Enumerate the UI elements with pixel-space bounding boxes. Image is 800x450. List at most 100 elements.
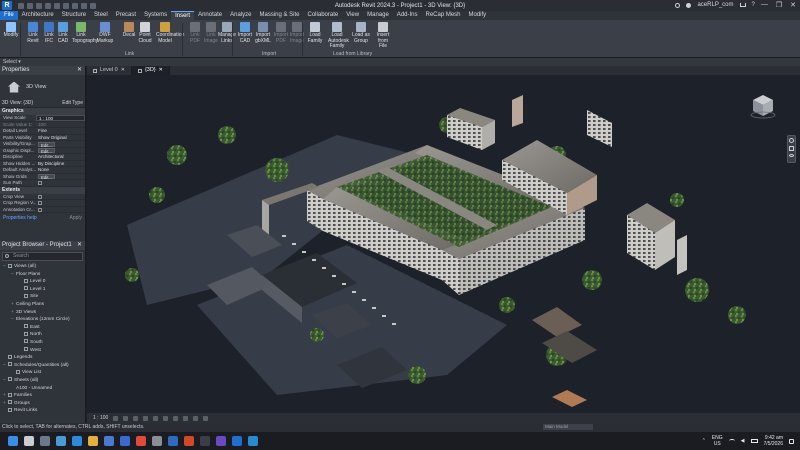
tree-item[interactable]: Revit Links: [0, 407, 85, 415]
close-button[interactable]: ✕: [790, 1, 796, 9]
user-name[interactable]: aceRLP_com: [697, 2, 733, 8]
redo-icon[interactable]: [54, 2, 60, 9]
navigation-bar[interactable]: [787, 135, 796, 163]
tab-insert[interactable]: Insert: [171, 11, 195, 20]
wifi-icon[interactable]: [728, 439, 735, 443]
group-graphics[interactable]: Graphics: [0, 108, 85, 115]
property-value[interactable]: Fine: [36, 128, 85, 134]
shadows-icon[interactable]: [143, 415, 149, 421]
link-topography-button[interactable]: Link Topography: [72, 22, 98, 44]
tree-item[interactable]: View List: [0, 369, 85, 377]
close-icon[interactable]: ✕: [77, 66, 82, 75]
tab-add-ins[interactable]: Add-Ins: [393, 11, 422, 20]
insert-from-file-button[interactable]: Insert from File: [374, 22, 392, 50]
tab-analyze[interactable]: Analyze: [226, 11, 255, 20]
tree-item[interactable]: A100 - Unnamed: [0, 385, 85, 393]
instance-filter[interactable]: 3D View: {3D}: [2, 100, 33, 106]
security-icon[interactable]: [168, 436, 178, 446]
property-value[interactable]: Architectural: [36, 154, 85, 160]
tab-structure[interactable]: Structure: [58, 11, 90, 20]
cart-icon[interactable]: [739, 3, 746, 7]
import-cad-button[interactable]: Import CAD: [236, 22, 254, 44]
checkbox[interactable]: [38, 181, 42, 185]
revit-icon[interactable]: [232, 436, 242, 446]
manage-links-button[interactable]: Manage Links: [218, 22, 236, 44]
tab-steel[interactable]: Steel: [90, 11, 112, 20]
view-scale[interactable]: 1 : 100: [93, 413, 108, 423]
checkbox[interactable]: [38, 207, 42, 212]
tab-massing-site[interactable]: Massing & Site: [255, 11, 303, 20]
edit-button[interactable]: Edit...: [38, 141, 55, 147]
import-gbxml-button[interactable]: Import gbXML: [254, 22, 272, 44]
crop-icon[interactable]: [163, 415, 169, 421]
search-icon[interactable]: [24, 436, 34, 446]
crop-visibility-icon[interactable]: [173, 415, 179, 421]
tab-collaborate[interactable]: Collaborate: [304, 11, 343, 20]
tree-item[interactable]: Legends: [0, 354, 85, 362]
3d-view-icon[interactable]: [90, 2, 96, 9]
dev-icon[interactable]: [216, 436, 226, 446]
point-cloud-button[interactable]: Point Cloud: [136, 22, 154, 44]
import-image-button[interactable]: Import Image: [288, 22, 306, 44]
tab-modify[interactable]: Modify: [465, 11, 491, 20]
undo-icon[interactable]: [45, 2, 51, 9]
close-icon[interactable]: ✕: [77, 241, 82, 250]
hide-isolate-icon[interactable]: [193, 415, 199, 421]
dwf-markup-button[interactable]: DWF Markup: [96, 22, 114, 44]
3d-viewport[interactable]: [87, 75, 800, 413]
load-family-button[interactable]: Load Family: [306, 22, 324, 44]
type-selector[interactable]: 3D View: [0, 75, 85, 99]
recap-icon[interactable]: [248, 436, 258, 446]
property-value[interactable]: By Discipline: [36, 161, 85, 167]
property-value[interactable]: Show Original: [36, 135, 85, 141]
load-autodesk-family-button[interactable]: Load Autodesk Family: [328, 22, 349, 50]
render-icon[interactable]: [153, 415, 159, 421]
file-explorer-icon[interactable]: [88, 436, 98, 446]
visual-style-icon[interactable]: [123, 415, 129, 421]
print-icon[interactable]: [63, 2, 69, 9]
checkbox[interactable]: [38, 194, 42, 199]
maximize-button[interactable]: ❐: [776, 1, 782, 9]
tree-item[interactable]: East: [0, 324, 85, 332]
link-cad-button[interactable]: Link CAD: [54, 22, 72, 44]
notification-icon[interactable]: [789, 438, 794, 444]
widgets-icon[interactable]: [56, 436, 66, 446]
edit-type-button[interactable]: Edit Type: [62, 100, 83, 106]
edge-icon[interactable]: [72, 436, 82, 446]
revit-logo-icon[interactable]: R: [2, 1, 12, 10]
zoom-icon[interactable]: [789, 146, 794, 151]
tree-item[interactable]: − Elevations (12mm Circle): [0, 316, 85, 324]
tray-chevron-icon[interactable]: ⌃: [702, 438, 706, 444]
task-view-icon[interactable]: [40, 436, 50, 446]
property-value[interactable]: None: [36, 167, 85, 173]
tree-item[interactable]: Level 0: [0, 278, 85, 286]
checkbox[interactable]: [38, 201, 42, 205]
windows-start-icon[interactable]: [8, 436, 18, 446]
tree-item[interactable]: + Groups: [0, 400, 85, 408]
measure-icon[interactable]: [72, 2, 78, 9]
tree-item[interactable]: West: [0, 347, 85, 355]
modify-button[interactable]: Modify: [2, 22, 20, 39]
tree-item[interactable]: − Floor Plans: [0, 271, 85, 279]
edit-button[interactable]: Edit...: [38, 148, 55, 153]
mail-icon[interactable]: [120, 436, 130, 446]
edit-button[interactable]: Edit...: [38, 174, 55, 179]
save-icon[interactable]: [27, 2, 33, 9]
group-extents[interactable]: Extents: [0, 186, 85, 194]
active-workset[interactable]: Main Model: [543, 424, 593, 430]
minimize-button[interactable]: —: [761, 1, 768, 9]
orbit-icon[interactable]: [789, 154, 794, 157]
volume-icon[interactable]: ◀: [741, 438, 745, 444]
load-as-group-button[interactable]: Load as Group: [352, 22, 370, 44]
tab-recap-mesh[interactable]: ReCap Mesh: [421, 11, 464, 20]
point-cloud-scene[interactable]: [87, 75, 800, 413]
store-icon[interactable]: [104, 436, 114, 446]
tree-item[interactable]: Site: [0, 293, 85, 301]
viewcube-icon[interactable]: [750, 93, 776, 119]
region[interactable]: US: [712, 441, 723, 447]
tree-item[interactable]: − Sheets (all): [0, 377, 85, 385]
detail-level-icon[interactable]: [113, 415, 119, 421]
tree-item[interactable]: + Ceiling Plans: [0, 301, 85, 309]
view-tab[interactable]: Level 0 ✕: [87, 66, 132, 75]
tree-item[interactable]: − Schedules/Quantities (all): [0, 362, 85, 370]
